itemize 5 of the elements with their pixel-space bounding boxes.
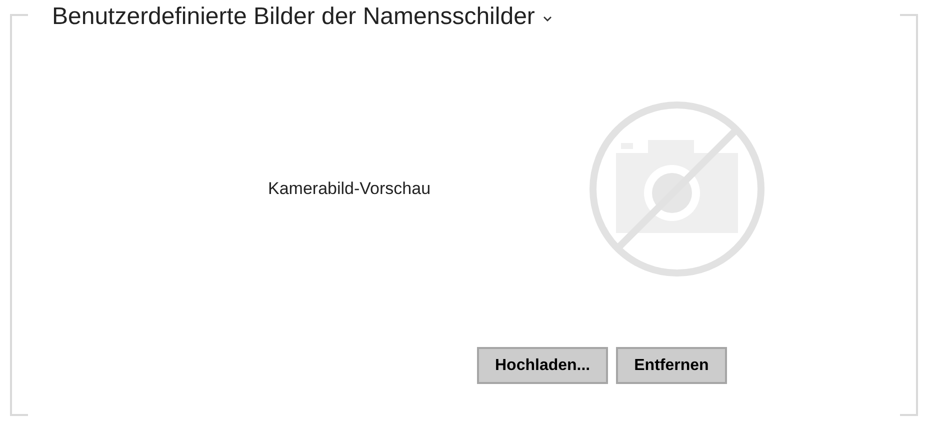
remove-button[interactable]: Entfernen (616, 347, 727, 384)
section-title[interactable]: Benutzerdefinierte Bilder der Namensschilder (52, 1, 535, 33)
chevron-icon[interactable] (542, 16, 552, 22)
upload-button[interactable]: Hochladen... (477, 347, 608, 384)
preview-label: Kamerabild-Vorschau (268, 178, 432, 200)
